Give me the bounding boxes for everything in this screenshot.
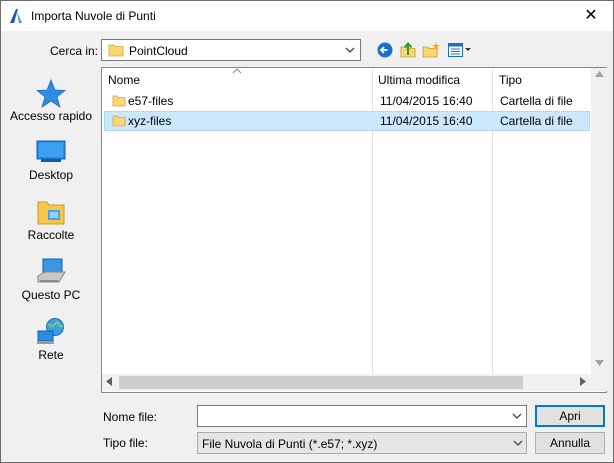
file-type-label: Tipo file: [103,436,148,450]
file-row[interactable]: e57-files 11/04/2015 16:40 Cartella di f… [104,91,590,111]
place-label: Questo PC [21,288,81,302]
network-icon [37,318,64,344]
column-header-modified[interactable]: Ultima modifica [378,73,460,87]
file-name-label: Nome file: [103,410,158,424]
scroll-up-icon[interactable] [595,71,604,77]
back-arrow-icon[interactable] [375,41,395,59]
file-modified: 11/04/2015 16:40 [380,94,473,108]
new-folder-icon[interactable] [421,41,441,59]
file-row-selected[interactable]: xyz-files 11/04/2015 16:40 Cartella di f… [104,111,590,131]
title-bar: Importa Nuvole di Punti ✕ [1,1,613,31]
place-label: Rete [38,348,64,362]
look-in-label: Cerca in: [50,44,99,58]
file-type-dropdown[interactable]: File Nuvola di Punti (*.e57; *.xyz) [197,432,527,454]
sort-ascending-icon [232,68,242,74]
file-type: Cartella di file [500,94,573,108]
look-in-dropdown[interactable]: PointCloud [101,39,361,61]
file-modified: 11/04/2015 16:40 [380,114,473,128]
vertical-scrollbar[interactable] [591,68,608,374]
import-point-cloud-dialog: Importa Nuvole di Punti ✕ Cerca in: Poin… [0,0,614,463]
computer-icon [37,258,66,283]
chevron-down-icon[interactable] [511,409,523,423]
place-label: Raccolte [27,228,75,242]
cancel-button[interactable]: Annulla [535,432,605,454]
chevron-down-icon [513,440,523,446]
place-this-pc[interactable]: Questo PC [6,256,96,304]
close-button[interactable]: ✕ [579,5,603,27]
chevron-down-icon [345,47,355,53]
folder-icon [112,95,126,107]
quick-access-star-icon [35,78,67,108]
app-logo-icon [10,9,22,23]
horizontal-scrollbar[interactable] [102,374,591,391]
scrollbar-corner [591,374,608,391]
window-title: Importa Nuvole di Punti [31,9,156,23]
column-header-name[interactable]: Nome [108,73,140,87]
place-desktop[interactable]: Desktop [6,138,96,184]
file-type: Cartella di file [500,114,573,128]
place-libraries[interactable]: Raccolte [6,198,96,244]
file-name: e57-files [128,94,174,108]
place-network[interactable]: Rete [6,316,96,364]
places-bar: Accesso rapido Desktop Raccolte Questo P… [6,68,96,393]
scroll-left-icon[interactable] [106,377,112,386]
folder-icon [108,44,124,57]
close-icon: ✕ [584,7,598,24]
place-label: Desktop [28,168,74,182]
place-quick-access[interactable]: Accesso rapido [6,78,96,134]
file-name: xyz-files [128,114,172,128]
libraries-icon [37,201,65,225]
file-list[interactable]: Nome Ultima modifica Tipo e57-files 11/0… [101,67,608,393]
up-folder-icon[interactable] [398,41,418,59]
file-type-value: File Nuvola di Punti (*.e57; *.xyz) [202,437,378,451]
open-button[interactable]: Apri [535,405,605,427]
folder-icon [112,115,126,127]
place-label: Accesso rapido [9,109,93,123]
look-in-value: PointCloud [129,44,188,58]
file-name-input[interactable] [197,405,527,427]
view-menu-icon[interactable] [447,41,473,59]
scroll-right-icon[interactable] [580,377,586,386]
column-header-type[interactable]: Tipo [499,73,522,87]
scrollbar-thumb[interactable] [119,376,523,389]
desktop-icon [36,140,66,162]
scroll-down-icon[interactable] [595,360,604,366]
